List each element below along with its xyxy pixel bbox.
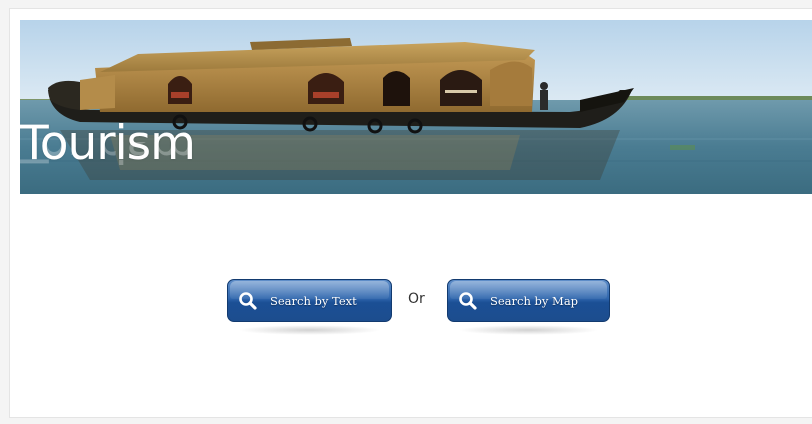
page-container: Tourism Tourism Search by Text Or <box>9 8 812 418</box>
tourism-banner: Tourism Tourism <box>20 20 812 194</box>
search-by-map-label: Search by Map <box>490 293 579 308</box>
search-icon <box>458 291 478 311</box>
banner-title-reflection: Tourism <box>20 142 195 168</box>
search-by-map-button[interactable]: Search by Map <box>447 279 610 335</box>
search-by-text-button[interactable]: Search by Text <box>227 279 392 335</box>
search-icon <box>238 291 258 311</box>
search-actions: Search by Text Or Search by Map <box>10 279 812 339</box>
or-separator: Or <box>408 291 425 307</box>
search-by-text-label: Search by Text <box>270 293 357 308</box>
